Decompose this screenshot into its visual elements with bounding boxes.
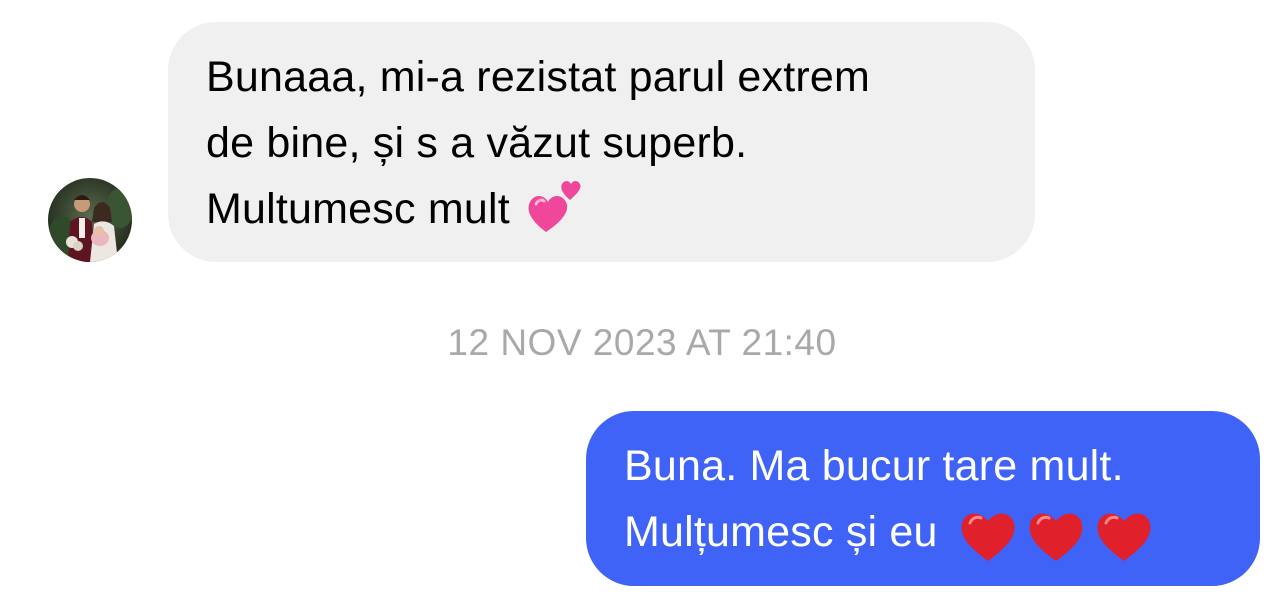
message-text-line: Bunaaa, mi-a rezistat parul extrem [206, 53, 871, 101]
message-text-line: Multumesc mult [206, 176, 1035, 242]
two-hearts-icon [526, 174, 588, 234]
message-text-line: de bine, și s a văzut superb. [206, 119, 748, 167]
message-text: Mulțumesc și eu [624, 508, 938, 556]
outgoing-message-bubble[interactable]: Buna. Ma bucur tare mult. Mulțumesc și e… [586, 411, 1260, 586]
red-heart-icon [1026, 507, 1086, 563]
message-timestamp: 12 NOV 2023 AT 21:40 [447, 322, 837, 363]
message-text-line: Mulțumesc și eu [624, 499, 1260, 565]
message-text-line: Buna. Ma bucur tare mult. [624, 442, 1124, 490]
message-text: Multumesc mult [206, 185, 510, 233]
chat-thread: Bunaaa, mi-a rezistat parul extrem de bi… [0, 0, 1284, 613]
red-heart-icon [1094, 507, 1154, 563]
red-heart-icon [958, 507, 1018, 563]
incoming-message-bubble[interactable]: Bunaaa, mi-a rezistat parul extrem de bi… [168, 22, 1035, 262]
contact-avatar[interactable] [48, 178, 132, 262]
